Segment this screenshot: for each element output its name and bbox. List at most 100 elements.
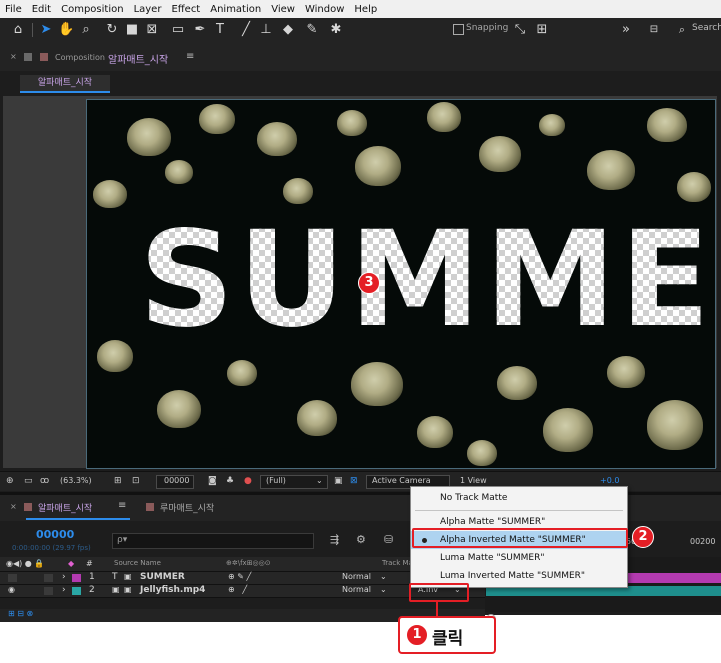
roto-brush-tool-icon[interactable]: ✎ bbox=[304, 22, 320, 38]
layer-label-color[interactable] bbox=[72, 574, 81, 582]
menu-animation[interactable]: Animation bbox=[205, 4, 266, 15]
layer-label-color[interactable] bbox=[72, 587, 81, 595]
menu-file[interactable]: File bbox=[0, 4, 27, 15]
toolbar-divider bbox=[32, 23, 33, 37]
snapping-label: Snapping bbox=[466, 23, 509, 33]
jellyfish-shape bbox=[93, 180, 127, 208]
brush-tool-icon[interactable]: ╱ bbox=[238, 22, 254, 38]
jellyfish-shape bbox=[607, 356, 645, 388]
timeline-tab-luma-matte[interactable]: 루마매트_시작 bbox=[160, 500, 214, 518]
hash-column-header[interactable]: # bbox=[86, 559, 93, 568]
visibility-toggle[interactable] bbox=[8, 574, 17, 582]
exposure-value[interactable]: +0.0 bbox=[600, 476, 619, 485]
lock-icon[interactable] bbox=[24, 53, 32, 61]
menu-window[interactable]: Window bbox=[300, 4, 349, 15]
search-help-label[interactable]: Search bbox=[692, 23, 721, 33]
highlight-selected-menu-item bbox=[412, 528, 628, 548]
chevron-down-icon: ⌄ bbox=[380, 572, 387, 581]
monitor-icon[interactable]: ▭ bbox=[24, 476, 33, 486]
zoom-level[interactable]: (63.3%) bbox=[60, 476, 92, 485]
blend-mode-dropdown[interactable]: Normal bbox=[342, 572, 371, 581]
eye-icon[interactable]: ◉ bbox=[8, 585, 15, 594]
shy-layers-icon[interactable]: ⛁ bbox=[384, 533, 393, 546]
source-name-column-header[interactable]: Source Name bbox=[114, 559, 161, 567]
menu-composition[interactable]: Composition bbox=[56, 4, 128, 15]
selection-tool-icon[interactable]: ➤ bbox=[38, 22, 54, 38]
layer-name[interactable]: SUMMER bbox=[140, 572, 185, 582]
jellyfish-shape bbox=[543, 408, 593, 452]
pan-behind-tool-icon[interactable]: ⊠ bbox=[144, 22, 160, 38]
region-icon[interactable]: ⊡ bbox=[132, 476, 140, 486]
snapshot-icon[interactable]: ◙ bbox=[208, 476, 217, 486]
region-of-interest-icon[interactable]: ▣ bbox=[334, 476, 343, 486]
menu-edit[interactable]: Edit bbox=[27, 4, 56, 15]
type-tool-icon[interactable]: T bbox=[212, 22, 228, 38]
toggle-switches-icon[interactable]: ⊞ ⊟ ⊗ bbox=[8, 609, 33, 618]
menu-effect[interactable]: Effect bbox=[166, 4, 205, 15]
glasses-icon[interactable]: ꝏ bbox=[40, 476, 49, 486]
draft-3d-icon[interactable]: ⚙ bbox=[356, 533, 366, 546]
layer-name[interactable]: Jellyfish.mp4 bbox=[140, 585, 205, 595]
pen-tool-icon[interactable]: ✒ bbox=[192, 22, 208, 38]
av-features-icons: ◉◀) ● 🔒 bbox=[6, 559, 45, 568]
blend-mode-dropdown[interactable]: Normal bbox=[342, 585, 371, 594]
always-preview-icon[interactable]: ⊕ bbox=[6, 476, 14, 486]
menu-help[interactable]: Help bbox=[349, 4, 382, 15]
menu-layer[interactable]: Layer bbox=[129, 4, 167, 15]
current-time: 00000 bbox=[164, 476, 190, 485]
label-column-icon[interactable]: ◆ bbox=[68, 559, 74, 568]
jellyfish-shape bbox=[257, 122, 297, 156]
timeline-timecode-fps: 0:00:00:00 (29.97 fps) bbox=[12, 544, 91, 552]
search-icon[interactable]: ⌕ bbox=[674, 22, 690, 38]
clone-stamp-tool-icon[interactable]: ⊥ bbox=[258, 22, 274, 38]
lock-toggle[interactable] bbox=[44, 587, 53, 595]
puppet-tool-icon[interactable]: ✱ bbox=[328, 22, 344, 38]
expand-chevron-icon[interactable]: › bbox=[62, 572, 66, 582]
zoom-tool-icon[interactable]: ⌕ bbox=[78, 22, 94, 38]
composition-panel-header: × Composition 알파매트_시작 ≡ bbox=[0, 43, 721, 71]
comp-flowchart-icon[interactable]: ⇶ bbox=[330, 533, 339, 546]
panel-menu-icon[interactable]: ≡ bbox=[118, 500, 126, 511]
lock-toggle[interactable] bbox=[44, 574, 53, 582]
panel-menu-icon[interactable]: ≡ bbox=[186, 51, 194, 62]
workspace-icon[interactable]: ⊟ bbox=[646, 22, 662, 38]
composition-tab[interactable]: 알파매트_시작 bbox=[20, 75, 110, 93]
snap-grid-icon[interactable]: ⊞ bbox=[534, 22, 550, 38]
show-snapshot-icon[interactable]: ♣ bbox=[226, 476, 234, 486]
timeline-tab-alpha-matte[interactable]: 알파매트_시작 bbox=[38, 500, 128, 518]
camera-tool-icon[interactable]: ■ bbox=[124, 22, 140, 38]
layer-number: 1 bbox=[89, 572, 95, 582]
home-icon[interactable]: ⌂ bbox=[10, 22, 26, 38]
jellyfish-shape bbox=[165, 160, 193, 184]
close-icon[interactable]: × bbox=[10, 52, 17, 61]
search-icon: ρ▾ bbox=[117, 535, 128, 545]
menu-item-no-track-matte[interactable]: No Track Matte bbox=[411, 489, 627, 507]
transparency-grid-icon[interactable]: ⊠ bbox=[350, 476, 358, 486]
expand-chevron-icon[interactable]: › bbox=[62, 585, 66, 595]
composition-canvas[interactable]: SUMMER bbox=[86, 99, 716, 469]
grid-icon[interactable]: ⊞ bbox=[114, 476, 122, 486]
jellyfish-shape bbox=[355, 146, 401, 186]
eraser-tool-icon[interactable]: ◆ bbox=[280, 22, 296, 38]
hand-tool-icon[interactable]: ✋ bbox=[58, 22, 74, 38]
menu-item-luma-matte[interactable]: Luma Matte "SUMMER" bbox=[411, 549, 627, 567]
timeline-search-input[interactable]: ρ▾ bbox=[112, 533, 314, 549]
comp-color-swatch bbox=[40, 53, 48, 61]
rectangle-tool-icon[interactable]: ▭ bbox=[170, 22, 186, 38]
layer-switches-icons[interactable]: ⊕ ╱ bbox=[228, 585, 247, 594]
resolution-value: (Full) bbox=[266, 476, 286, 485]
rotate-tool-icon[interactable]: ↻ bbox=[104, 22, 120, 38]
snap-option-icon[interactable]: ⤡ bbox=[512, 22, 528, 38]
menu-view[interactable]: View bbox=[266, 4, 300, 15]
jellyfish-shape bbox=[351, 362, 403, 406]
color-channel-icon[interactable]: ● bbox=[244, 476, 252, 486]
comp-color-swatch bbox=[24, 503, 32, 511]
snapping-checkbox[interactable] bbox=[453, 24, 464, 35]
layer-1-duration-bar[interactable] bbox=[626, 573, 721, 583]
timeline-timecode[interactable]: 00000 bbox=[36, 528, 74, 541]
layer-switches-icons[interactable]: ⊕ ✎ ╱ bbox=[228, 572, 251, 581]
close-icon[interactable]: × bbox=[10, 502, 17, 511]
expand-chevrons-icon[interactable]: » bbox=[618, 22, 634, 38]
jellyfish-shape bbox=[647, 400, 703, 450]
jellyfish-shape bbox=[539, 114, 565, 136]
